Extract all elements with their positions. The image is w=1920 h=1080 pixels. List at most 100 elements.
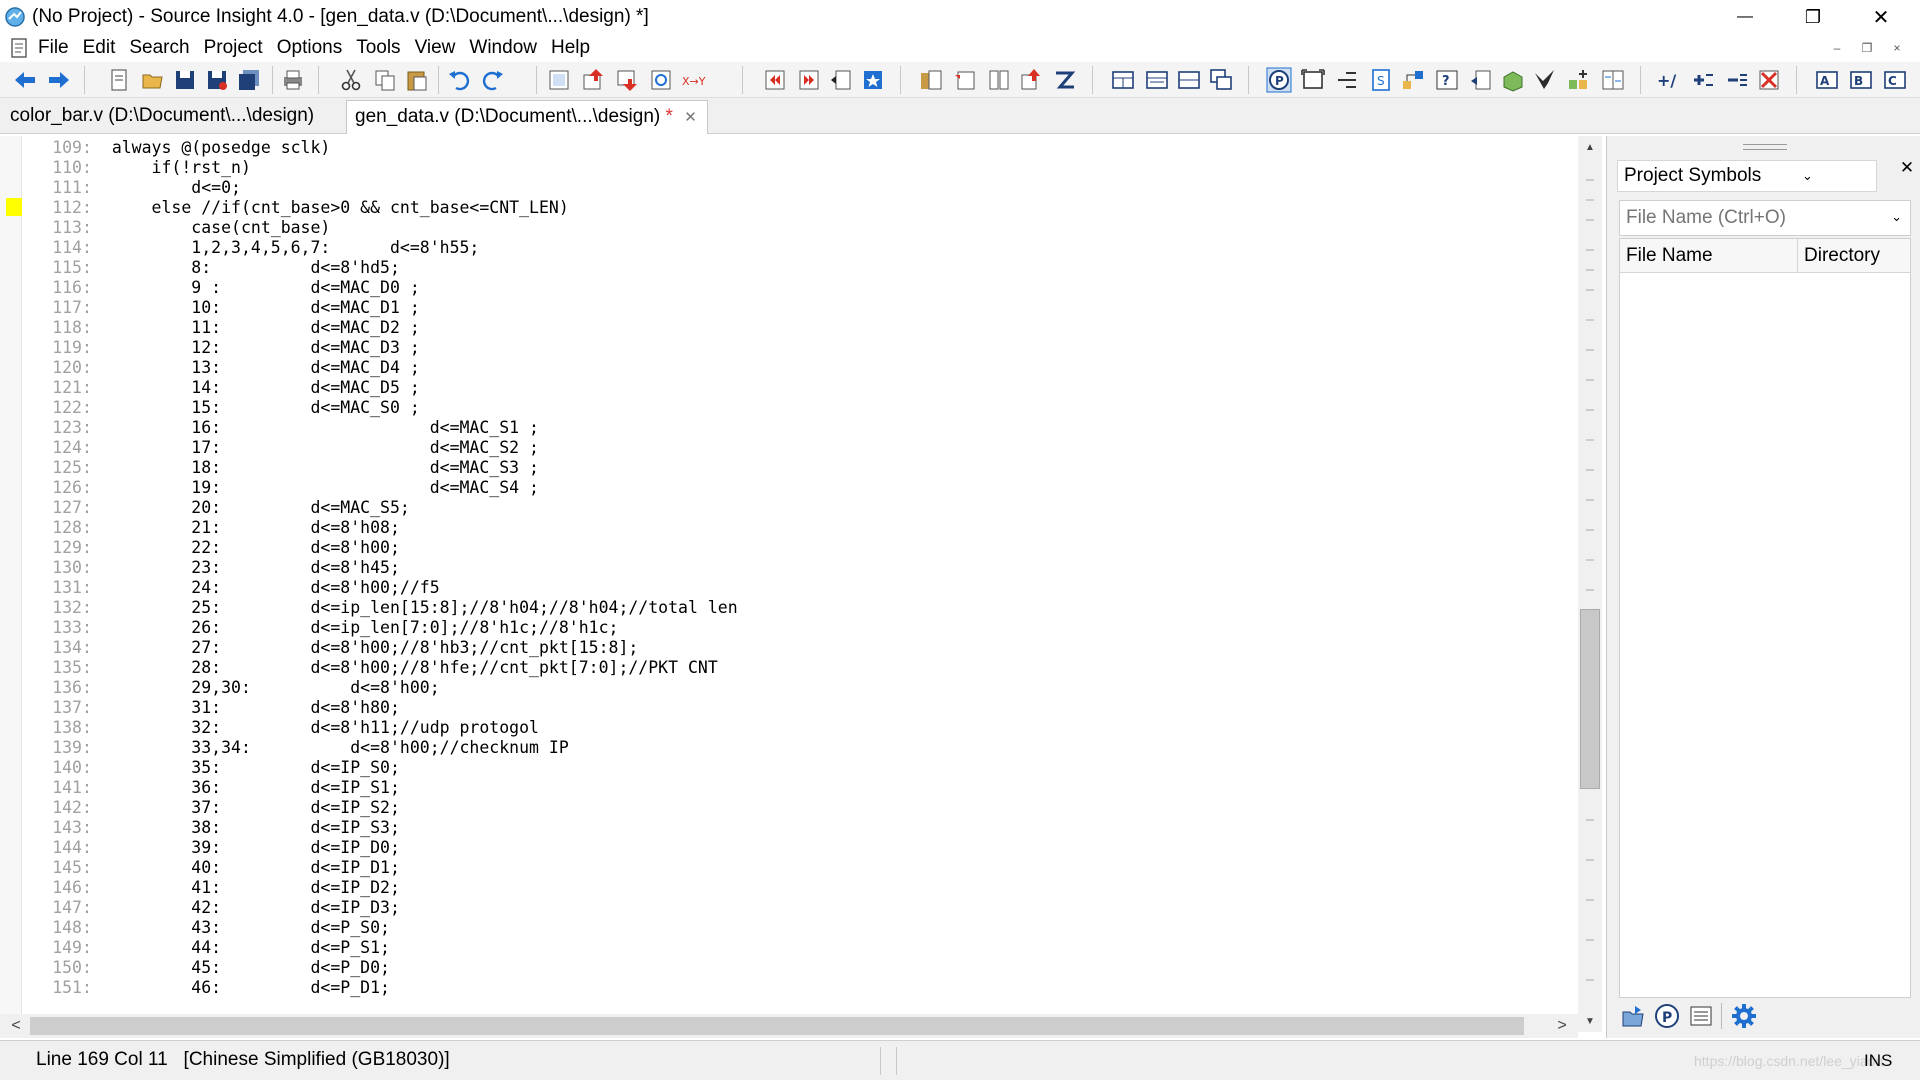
code-area[interactable]: 109: always @(posedge sclk) 110: if(!rst_… bbox=[26, 136, 1576, 1014]
file-encoding[interactable]: [Chinese Simplified (GB18030)] bbox=[184, 1049, 450, 1070]
code-line[interactable]: 146: 41: d<=IP_D2; bbox=[26, 878, 400, 898]
remove-line-icon[interactable] bbox=[1724, 67, 1750, 93]
code-text[interactable]: 36: d<=IP_S1; bbox=[112, 778, 400, 797]
panel-header[interactable]: Project Symbols ⌄ bbox=[1617, 160, 1877, 192]
context-window-icon[interactable] bbox=[1144, 67, 1170, 93]
code-text[interactable]: 44: d<=P_S1; bbox=[112, 938, 390, 957]
code-text[interactable]: 11: d<=MAC_D2 ; bbox=[112, 318, 419, 337]
code-line[interactable]: 134: 27: d<=8'h00;//8'hb3;//cnt_pkt[15:8… bbox=[26, 638, 638, 658]
code-text[interactable]: 20: d<=MAC_S5; bbox=[112, 498, 410, 517]
code-text[interactable]: if(!rst_n) bbox=[112, 158, 251, 177]
indent-icon[interactable] bbox=[1334, 67, 1360, 93]
menu-help[interactable]: Help bbox=[551, 36, 590, 60]
code-text[interactable]: 25: d<=ip_len[15:8];//8'h04;//8'h04;//to… bbox=[112, 598, 737, 617]
chevron-down-icon[interactable]: ⌄ bbox=[1891, 209, 1902, 225]
save-all-icon[interactable] bbox=[236, 67, 262, 93]
scroll-left-button[interactable]: < bbox=[4, 1014, 28, 1038]
code-line[interactable]: 129: 22: d<=8'h00; bbox=[26, 538, 400, 558]
browse-icon[interactable] bbox=[546, 67, 572, 93]
bird-icon[interactable] bbox=[1532, 67, 1558, 93]
code-line[interactable]: 110: if(!rst_n) bbox=[26, 158, 251, 178]
menu-edit[interactable]: Edit bbox=[83, 36, 116, 60]
file-name-search[interactable]: ⌄ bbox=[1619, 200, 1911, 236]
maximize-button[interactable]: ❐ bbox=[1784, 0, 1842, 34]
code-line[interactable]: 143: 38: d<=IP_S3; bbox=[26, 818, 400, 838]
save-as-icon[interactable] bbox=[204, 67, 230, 93]
paste-icon[interactable] bbox=[404, 67, 430, 93]
code-text[interactable]: 13: d<=MAC_D4 ; bbox=[112, 358, 419, 377]
scroll-track[interactable] bbox=[1580, 160, 1600, 1006]
code-line[interactable]: 137: 31: d<=8'h80; bbox=[26, 698, 400, 718]
style-c-icon[interactable]: C bbox=[1882, 67, 1908, 93]
zoom-in-icon[interactable]: +/ bbox=[1656, 67, 1682, 93]
reload-icon[interactable] bbox=[648, 67, 674, 93]
file-list[interactable]: File Name Directory bbox=[1619, 238, 1911, 998]
horizontal-scroll-thumb[interactable] bbox=[30, 1017, 1524, 1035]
code-line[interactable]: 118: 11: d<=MAC_D2 ; bbox=[26, 318, 420, 338]
code-text[interactable]: 14: d<=MAC_D5 ; bbox=[112, 378, 419, 397]
cut-icon[interactable] bbox=[338, 67, 364, 93]
code-text[interactable]: 9 : d<=MAC_D0 ; bbox=[112, 278, 419, 297]
code-text[interactable]: 18: d<=MAC_S3 ; bbox=[112, 458, 539, 477]
back-icon[interactable] bbox=[12, 67, 38, 93]
package-icon[interactable] bbox=[1500, 67, 1526, 93]
mdi-close-button[interactable]: × bbox=[1882, 36, 1912, 60]
sync-icon[interactable] bbox=[1468, 67, 1494, 93]
code-line[interactable]: 113: case(cnt_base) bbox=[26, 218, 330, 238]
copy-icon[interactable] bbox=[372, 67, 398, 93]
code-text[interactable]: 22: d<=8'h00; bbox=[112, 538, 400, 557]
code-text[interactable]: 33,34: d<=8'h00;//checknum IP bbox=[112, 738, 569, 757]
code-text[interactable]: 42: d<=IP_D3; bbox=[112, 898, 400, 917]
project-browser-icon[interactable]: P bbox=[1266, 67, 1292, 93]
code-line[interactable]: 111: d<=0; bbox=[26, 178, 241, 198]
book-icon[interactable] bbox=[986, 67, 1012, 93]
code-line[interactable]: 150: 45: d<=P_D0; bbox=[26, 958, 390, 978]
code-text[interactable]: 45: d<=P_D0; bbox=[112, 958, 390, 977]
panel-close-icon[interactable]: ✕ bbox=[1897, 158, 1917, 178]
code-line[interactable]: 127: 20: d<=MAC_S5; bbox=[26, 498, 410, 518]
code-line[interactable]: 120: 13: d<=MAC_D4 ; bbox=[26, 358, 420, 378]
code-line[interactable]: 145: 40: d<=IP_D1; bbox=[26, 858, 400, 878]
code-line[interactable]: 126: 19: d<=MAC_S4 ; bbox=[26, 478, 539, 498]
code-text[interactable]: 17: d<=MAC_S2 ; bbox=[112, 438, 539, 457]
bookmark-star-icon[interactable] bbox=[860, 67, 886, 93]
symbol-window-icon[interactable]: S bbox=[1368, 67, 1394, 93]
prev-bookmark-icon[interactable] bbox=[762, 67, 788, 93]
redo-icon[interactable] bbox=[480, 67, 506, 93]
code-line[interactable]: 140: 35: d<=IP_S0; bbox=[26, 758, 400, 778]
add-line-icon[interactable] bbox=[1690, 67, 1716, 93]
column-header-file-name[interactable]: File Name bbox=[1620, 239, 1798, 273]
code-line[interactable]: 115: 8: d<=8'hd5; bbox=[26, 258, 400, 278]
code-text[interactable]: 41: d<=IP_D2; bbox=[112, 878, 400, 897]
code-line[interactable]: 151: 46: d<=P_D1; bbox=[26, 978, 390, 998]
code-line[interactable]: 122: 15: d<=MAC_S0 ; bbox=[26, 398, 420, 418]
chevron-down-icon[interactable]: ⌄ bbox=[1802, 168, 1813, 184]
jump-down-icon[interactable] bbox=[614, 67, 640, 93]
code-line[interactable]: 138: 32: d<=8'h11;//udp protogol bbox=[26, 718, 539, 738]
code-line[interactable]: 124: 17: d<=MAC_S2 ; bbox=[26, 438, 539, 458]
code-line[interactable]: 116: 9 : d<=MAC_D0 ; bbox=[26, 278, 420, 298]
code-line[interactable]: 149: 44: d<=P_S1; bbox=[26, 938, 390, 958]
code-line[interactable]: 139: 33,34: d<=8'h00;//checknum IP bbox=[26, 738, 569, 758]
code-text[interactable]: 38: d<=IP_S3; bbox=[112, 818, 400, 837]
new-file-icon[interactable] bbox=[106, 67, 132, 93]
undo-icon[interactable] bbox=[446, 67, 472, 93]
print-icon[interactable] bbox=[280, 67, 306, 93]
menu-search[interactable]: Search bbox=[129, 36, 189, 60]
next-bookmark-icon[interactable] bbox=[796, 67, 822, 93]
code-text[interactable]: 37: d<=IP_S2; bbox=[112, 798, 400, 817]
document-icon[interactable] bbox=[8, 37, 30, 59]
mdi-restore-button[interactable]: ❐ bbox=[1852, 36, 1882, 60]
code-text[interactable]: 24: d<=8'h00;//f5 bbox=[112, 578, 439, 597]
tab-close-icon[interactable]: ✕ bbox=[684, 109, 697, 126]
code-line[interactable]: 133: 26: d<=ip_len[7:0];//8'h1c;//8'h1c; bbox=[26, 618, 618, 638]
fit-window-icon[interactable] bbox=[1300, 67, 1326, 93]
code-line[interactable]: 136: 29,30: d<=8'h00; bbox=[26, 678, 439, 698]
code-text[interactable]: 26: d<=ip_len[7:0];//8'h1c;//8'h1c; bbox=[112, 618, 618, 637]
scroll-thumb[interactable] bbox=[1580, 609, 1600, 789]
call-tree-icon[interactable] bbox=[1018, 67, 1044, 93]
scroll-up-button[interactable]: ▲ bbox=[1578, 136, 1602, 158]
code-line[interactable]: 131: 24: d<=8'h00;//f5 bbox=[26, 578, 439, 598]
replace-icon[interactable]: X→Y bbox=[680, 67, 706, 93]
save-icon[interactable] bbox=[172, 67, 198, 93]
